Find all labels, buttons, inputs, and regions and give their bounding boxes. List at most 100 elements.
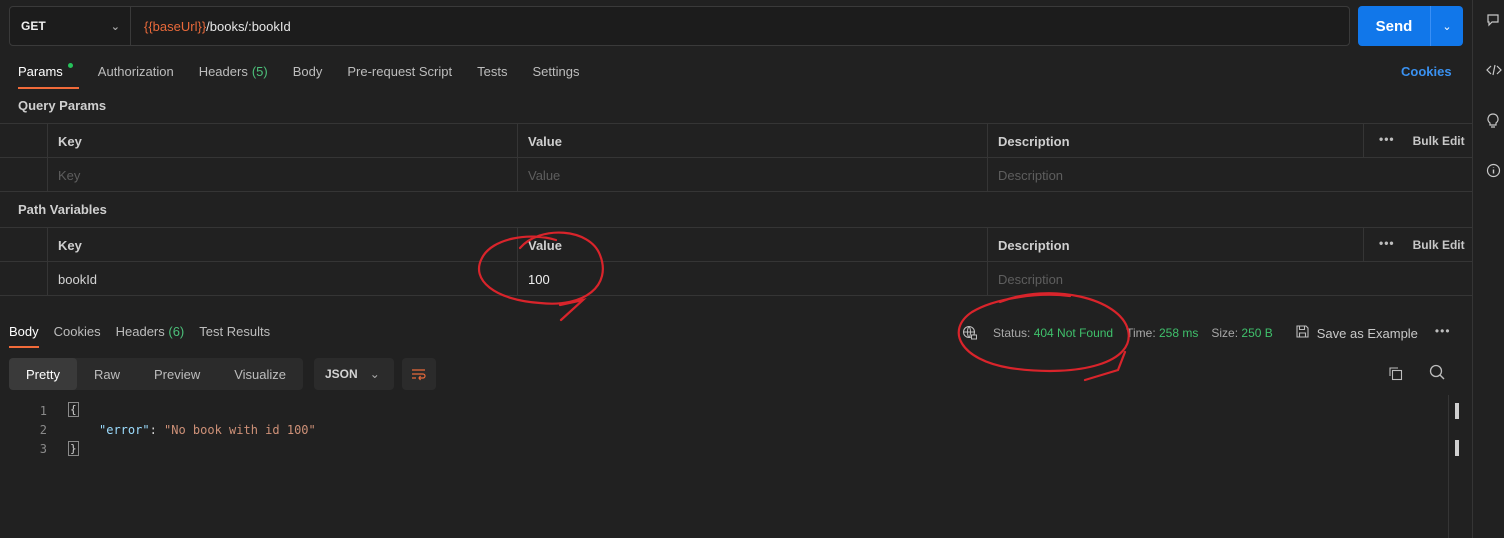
tab-response-cookies[interactable]: Cookies [54,320,101,348]
view-raw[interactable]: Raw [77,358,137,390]
time-value[interactable]: 258 ms [1159,326,1198,340]
format-label: JSON [325,367,358,381]
cookies-link[interactable]: Cookies [1401,64,1452,79]
chevron-down-icon: ⌄ [1442,20,1452,33]
code-line: } [68,441,79,456]
tab-tests[interactable]: Tests [477,60,507,89]
send-options-button[interactable]: ⌄ [1430,6,1463,46]
view-pretty[interactable]: Pretty [9,358,77,390]
close-brace: } [68,441,79,456]
description-input[interactable]: Description [987,262,1472,296]
more-horizontal-icon[interactable]: ••• [1379,236,1395,250]
tab-authorization[interactable]: Authorization [98,60,174,89]
line-number: 2 [39,423,47,437]
response-tabs: Body Cookies Headers (6) Test Results [9,320,285,348]
size-label: Size: [1211,326,1239,340]
table-row: Key Value Description [0,158,1472,192]
send-label: Send [1375,17,1413,35]
time-label: Time: [1126,326,1156,340]
path-variables-table: Key Value Description ••• Bulk Edit book… [0,227,1472,296]
send-button[interactable]: Send ⌄ [1358,6,1463,46]
code-line: { [68,402,79,417]
comments-icon[interactable] [1486,13,1504,31]
tab-test-results[interactable]: Test Results [199,320,270,348]
scroll-marker [1455,403,1459,419]
table-actions: ••• Bulk Edit [1363,228,1472,262]
chevron-down-icon: ⌄ [110,20,120,33]
open-brace: { [68,402,79,417]
tab-response-body[interactable]: Body [9,320,39,348]
value-input[interactable]: Value [517,158,987,192]
tab-headers[interactable]: Headers (5) [199,60,268,89]
search-icon[interactable] [1429,364,1445,384]
view-preview[interactable]: Preview [137,358,217,390]
view-visualize[interactable]: Visualize [217,358,303,390]
query-params-title: Query Params [18,98,107,113]
path-variables-title: Path Variables [18,202,107,217]
wrap-lines-button[interactable] [402,358,436,390]
tab-label: Pre-request Script [347,64,453,79]
right-sidebar [1472,0,1504,538]
tab-settings[interactable]: Settings [532,60,579,89]
tab-label: Settings [532,64,580,79]
tab-body[interactable]: Body [293,60,323,89]
table-row: bookId 100 Description [0,262,1472,296]
code-line: "error": "No book with id 100" [99,423,316,437]
globe-icon[interactable] [962,325,980,341]
description-input[interactable]: Description [987,158,1472,192]
value-header: Value [517,228,987,262]
key-input[interactable]: bookId [47,262,517,296]
tab-label: Headers [198,64,248,79]
tab-label: Tests [477,64,508,79]
description-header: Description [987,228,1363,262]
request-tabs: Params Authorization Headers (5) Body Pre… [18,60,604,90]
query-params-table: Key Value Description ••• Bulk Edit Key … [0,123,1472,192]
tab-label: Params [18,64,63,79]
url-input[interactable]: {{baseUrl}}/books/:bookId [131,7,291,45]
copy-icon[interactable] [1388,366,1403,384]
tab-count: (6) [168,324,185,339]
chevron-down-icon: ⌄ [369,367,380,381]
editor-scrollbar[interactable] [1448,395,1472,538]
format-select[interactable]: JSON ⌄ [314,358,394,390]
lightbulb-icon[interactable] [1486,113,1504,131]
value-header: Value [517,124,987,158]
tab-count: (5) [251,64,268,79]
tab-label: Cookies [53,324,101,339]
url-variable: {{baseUrl}} [144,18,207,34]
bulk-edit-link[interactable]: Bulk Edit [1413,134,1465,148]
key-header: Key [47,228,517,262]
tab-label: Body [292,64,323,79]
size-value[interactable]: 250 B [1241,326,1272,340]
line-number: 1 [39,404,47,418]
table-header-row: Key Value Description ••• Bulk Edit [0,228,1472,262]
scroll-marker [1455,440,1459,456]
description-header: Description [987,124,1363,158]
tab-pre-request-script[interactable]: Pre-request Script [347,60,452,89]
url-path: /books/:bookId [206,18,291,34]
key-input[interactable]: Key [47,158,517,192]
line-number: 3 [39,442,47,456]
view-mode-tabs: Pretty Raw Preview Visualize [9,358,304,390]
info-icon[interactable] [1486,163,1504,181]
value-input[interactable]: 100 [517,262,987,296]
more-horizontal-icon[interactable]: ••• [1379,132,1395,146]
code-icon[interactable] [1486,63,1504,81]
json-key: "error" [99,423,150,437]
request-bar: GET ⌄ {{baseUrl}}/books/:bookId [9,6,1350,46]
tab-params[interactable]: Params [18,60,79,89]
status-badge[interactable]: 404 Not Found [1034,326,1113,340]
more-horizontal-icon[interactable]: ••• [1435,324,1451,338]
table-actions: ••• Bulk Edit [1363,124,1472,158]
json-colon: : [149,423,165,437]
tab-label: Headers [115,324,165,339]
status-label: Status: [993,326,1031,340]
json-value: "No book with id 100" [164,423,316,437]
save-as-example-button[interactable]: Save as Example [1317,326,1418,341]
bulk-edit-link[interactable]: Bulk Edit [1413,238,1465,252]
tab-response-headers[interactable]: Headers (6) [116,320,185,348]
table-header-row: Key Value Description ••• Bulk Edit [0,124,1472,158]
method-select[interactable]: GET ⌄ [10,7,131,45]
wrap-lines-icon [412,369,426,381]
response-meta: Status: 404 Not Found Time: 258 ms Size:… [962,324,1451,342]
